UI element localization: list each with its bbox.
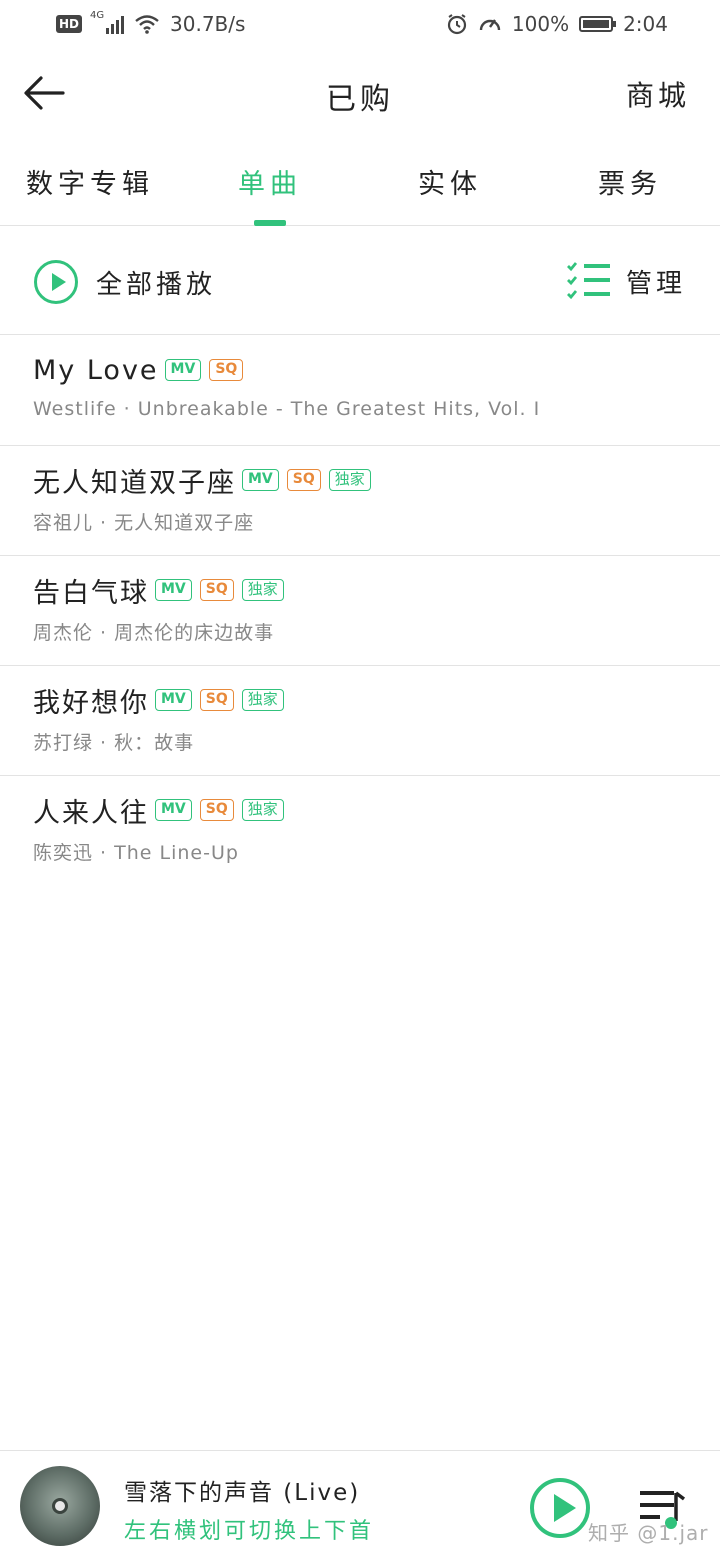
hd-badge: HD bbox=[56, 15, 83, 33]
mall-link[interactable]: 商城 bbox=[626, 74, 690, 114]
status-right: 100% 2:04 bbox=[446, 12, 668, 36]
mv-badge[interactable]: MV bbox=[155, 689, 192, 711]
song-subtitle: Westlife · Unbreakable - The Greatest Hi… bbox=[33, 398, 541, 420]
song-title-row: My Love MV SQ bbox=[33, 352, 720, 388]
watermark: 知乎 @1.jar bbox=[588, 1521, 709, 1545]
exclusive-badge: 独家 bbox=[241, 579, 284, 601]
action-bar: 全部播放 管理 bbox=[0, 227, 720, 335]
clock: 2:04 bbox=[623, 12, 668, 36]
sq-badge: SQ bbox=[199, 799, 234, 821]
song-title-row: 人来人往 MV SQ 独家 bbox=[33, 792, 720, 829]
cellular-signal-icon: 4G bbox=[90, 10, 125, 34]
song-subtitle: 陈奕迅 · The Line-Up bbox=[33, 842, 239, 864]
mini-player[interactable]: 雪落下的声音 (Live) 左右横划可切换上下首 知乎 @1.jar bbox=[0, 1450, 720, 1560]
mv-badge[interactable]: MV bbox=[164, 359, 202, 381]
vinyl-center-icon bbox=[52, 1498, 68, 1514]
song-title-row: 我好想你 MV SQ 独家 bbox=[33, 682, 720, 719]
play-circle-icon bbox=[34, 260, 78, 304]
manage-label: 管理 bbox=[625, 268, 686, 299]
exclusive-badge: 独家 bbox=[241, 689, 284, 711]
song-title: My Love bbox=[33, 354, 159, 386]
manage-button[interactable]: 管理 bbox=[566, 261, 686, 301]
alarm-icon bbox=[447, 14, 466, 35]
sq-badge: SQ bbox=[199, 689, 234, 711]
play-all-button[interactable]: 全部播放 bbox=[34, 260, 216, 304]
song-title-row: 无人知道双子座 MV SQ 独家 bbox=[33, 462, 720, 499]
song-subtitle: 周杰伦 · 周杰伦的床边故事 bbox=[33, 622, 275, 644]
now-playing-title: 雪落下的声音 (Live) bbox=[124, 1480, 361, 1506]
song-subtitle: 苏打绿 · 秋：故事 bbox=[33, 732, 195, 754]
song-title: 告白气球 bbox=[33, 577, 149, 609]
song-subtitle: 容祖儿 · 无人知道双子座 bbox=[33, 512, 255, 534]
mv-badge[interactable]: MV bbox=[155, 579, 192, 601]
network-type: 4G bbox=[90, 10, 105, 21]
battery-icon bbox=[579, 16, 617, 32]
song-row[interactable]: 人来人往 MV SQ 独家 陈奕迅 · The Line-Up bbox=[0, 776, 720, 886]
checklist-icon bbox=[566, 262, 610, 300]
tab-digital-albums[interactable]: 数字专辑 bbox=[0, 162, 180, 201]
active-tab-indicator bbox=[254, 220, 286, 226]
tab-bar: 数字专辑 单曲 实体 票务 bbox=[0, 140, 720, 226]
song-title: 无人知道双子座 bbox=[33, 467, 236, 499]
speedometer-icon bbox=[479, 19, 501, 31]
song-list: My Love MV SQ Westlife · Unbreakable - T… bbox=[0, 336, 720, 886]
mini-play-button[interactable] bbox=[530, 1478, 590, 1538]
song-row[interactable]: 无人知道双子座 MV SQ 独家 容祖儿 · 无人知道双子座 bbox=[0, 446, 720, 556]
sq-badge: SQ bbox=[199, 579, 234, 601]
swipe-hint: 左右横划可切换上下首 bbox=[124, 1519, 375, 1544]
sq-badge: SQ bbox=[286, 469, 321, 491]
tab-physical[interactable]: 实体 bbox=[360, 162, 540, 201]
play-all-label: 全部播放 bbox=[96, 269, 217, 300]
status-left: HD 4G 30.7B/s bbox=[56, 10, 246, 36]
header: 已购 商城 bbox=[0, 48, 720, 138]
song-row[interactable]: My Love MV SQ Westlife · Unbreakable - T… bbox=[0, 336, 720, 446]
exclusive-badge: 独家 bbox=[241, 799, 284, 821]
song-title: 人来人往 bbox=[33, 797, 149, 829]
battery-percent: 100% bbox=[511, 12, 570, 36]
album-cover[interactable] bbox=[20, 1466, 100, 1546]
mv-badge[interactable]: MV bbox=[242, 469, 279, 491]
status-bar: HD 4G 30.7B/s 100% 2:04 bbox=[0, 0, 720, 48]
song-row[interactable]: 我好想你 MV SQ 独家 苏打绿 · 秋：故事 bbox=[0, 666, 720, 776]
sq-badge: SQ bbox=[209, 359, 244, 381]
tab-tickets[interactable]: 票务 bbox=[540, 162, 720, 201]
page-title: 已购 bbox=[326, 82, 394, 117]
song-title-row: 告白气球 MV SQ 独家 bbox=[33, 572, 720, 609]
wifi-icon bbox=[135, 15, 159, 34]
exclusive-badge: 独家 bbox=[328, 469, 371, 491]
mv-badge[interactable]: MV bbox=[155, 799, 192, 821]
song-row[interactable]: 告白气球 MV SQ 独家 周杰伦 · 周杰伦的床边故事 bbox=[0, 556, 720, 666]
song-title: 我好想你 bbox=[33, 687, 149, 719]
network-speed: 30.7B/s bbox=[170, 12, 246, 36]
tab-singles[interactable]: 单曲 bbox=[180, 162, 360, 201]
